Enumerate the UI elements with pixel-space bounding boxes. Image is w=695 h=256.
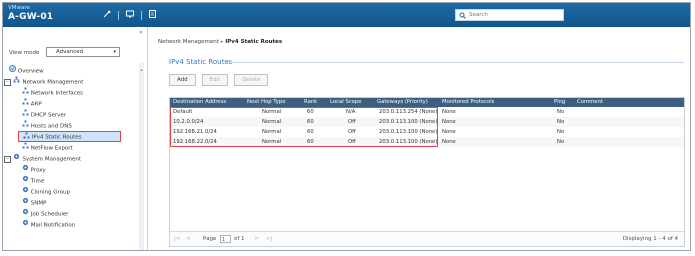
nav-item-network-management[interactable]: − Network Management bbox=[3, 76, 143, 87]
nav-item-netflow-export[interactable]: NetFlow Export bbox=[3, 142, 143, 153]
network-icon bbox=[22, 132, 30, 142]
nav-item-label: Overview bbox=[17, 68, 44, 75]
table-cell: No bbox=[557, 109, 565, 115]
app-window: VMware A-GW-01 « View mode Advance bbox=[2, 2, 691, 251]
breadcrumb-separator-icon: ▸ bbox=[220, 39, 224, 45]
nav-item-label: ARP bbox=[30, 101, 42, 108]
search-input[interactable] bbox=[466, 12, 562, 18]
sidebar-scrollbar[interactable]: ▴ bbox=[139, 63, 144, 250]
nav-item-dhcp-server[interactable]: DHCP Server bbox=[3, 109, 143, 120]
gear-icon bbox=[21, 219, 29, 231]
search-box[interactable] bbox=[455, 9, 564, 21]
column-header[interactable]: Comment bbox=[577, 98, 603, 107]
nav-item-label: Cloning Group bbox=[30, 189, 70, 196]
breadcrumb-parent[interactable]: Network Management bbox=[158, 39, 219, 45]
nav-item-proxy[interactable]: Proxy bbox=[3, 164, 143, 175]
column-header[interactable]: Ping bbox=[554, 98, 565, 107]
nav-item-label: Job Scheduler bbox=[30, 211, 69, 218]
nav-item-cloning-group[interactable]: Cloning Group bbox=[3, 186, 143, 197]
nav-item-label: Hosts and DNS bbox=[30, 123, 72, 130]
nav-item-time[interactable]: Time bbox=[3, 175, 143, 186]
nav-item-label: NetFlow Export bbox=[30, 145, 73, 152]
pagination-bar: |< < Page 1 of 1 > >| Displaying 1 - 4 o… bbox=[170, 231, 684, 246]
add-button[interactable]: Add bbox=[169, 74, 196, 86]
nav-item-label: Time bbox=[30, 178, 45, 185]
nav-item-label: Mail Notification bbox=[30, 222, 76, 229]
next-page-button[interactable]: > bbox=[254, 232, 259, 246]
view-mode-select[interactable]: Advanced ▾ bbox=[46, 47, 120, 57]
header-divider bbox=[118, 10, 119, 20]
column-header[interactable]: Gateways (Priority) bbox=[377, 98, 428, 107]
nav-item-label: IPv4 Static Routes bbox=[31, 134, 82, 141]
nav-tree: Overview − Network Management Network In… bbox=[3, 65, 143, 230]
nav-item-job-scheduler[interactable]: Job Scheduler bbox=[3, 208, 143, 219]
view-mode-value: Advanced bbox=[56, 49, 84, 55]
collapse-toggle-icon[interactable]: − bbox=[4, 155, 11, 163]
delete-button[interactable]: Delete bbox=[234, 74, 269, 86]
column-header[interactable]: Local Scope bbox=[330, 98, 362, 107]
nav-item-label: DHCP Server bbox=[30, 112, 67, 119]
nav-item-hosts-and-dns[interactable]: Hosts and DNS bbox=[3, 120, 143, 131]
table-header: Destination Address Next Hop Type Rank L… bbox=[170, 98, 684, 107]
main-content: Network Management ▸ IPv4 Static Routes … bbox=[153, 27, 690, 250]
header-divider bbox=[141, 10, 142, 20]
monitor-icon[interactable] bbox=[126, 10, 134, 20]
nav-item-label: Proxy bbox=[30, 167, 46, 174]
header-toolbar bbox=[103, 10, 156, 20]
column-header[interactable]: Next Hop Type bbox=[247, 98, 285, 107]
nav-item-label: SNMP bbox=[30, 200, 47, 207]
table-cell: None bbox=[442, 139, 456, 145]
document-icon[interactable] bbox=[149, 10, 156, 20]
paging-info: Displaying 1 - 4 of 4 bbox=[622, 236, 678, 242]
last-page-button[interactable]: >| bbox=[266, 232, 272, 246]
device-name: A-GW-01 bbox=[8, 12, 54, 22]
nav-item-label: Network Interfaces bbox=[30, 90, 83, 97]
nav-item-label: Network Management bbox=[22, 79, 84, 86]
nav-item-snmp[interactable]: SNMP bbox=[3, 197, 143, 208]
table-cell: None bbox=[442, 109, 456, 115]
breadcrumb: Network Management ▸ IPv4 Static Routes bbox=[158, 39, 282, 45]
first-page-button[interactable]: |< bbox=[174, 232, 180, 246]
breadcrumb-current: IPv4 Static Routes bbox=[225, 39, 283, 45]
nav-item-ipv4-static-routes[interactable]: IPv4 Static Routes bbox=[18, 131, 121, 142]
table-cell: No bbox=[557, 129, 565, 135]
nav-item-overview[interactable]: Overview bbox=[3, 65, 143, 76]
chevron-down-icon: ▾ bbox=[113, 49, 116, 55]
collapse-sidebar-icon[interactable]: « bbox=[139, 29, 143, 36]
app-header: VMware A-GW-01 bbox=[3, 3, 690, 27]
table-cell: No bbox=[557, 139, 565, 145]
column-header[interactable]: Monitored Protocols bbox=[442, 98, 494, 107]
scroll-up-icon[interactable]: ▴ bbox=[139, 67, 144, 73]
page-label: Page bbox=[203, 236, 217, 242]
nav-item-network-interfaces[interactable]: Network Interfaces bbox=[3, 87, 143, 98]
routes-table: Destination Address Next Hop Type Rank L… bbox=[169, 97, 685, 247]
nav-item-label: System Management bbox=[22, 156, 82, 163]
section-divider bbox=[222, 62, 684, 63]
wrench-icon[interactable] bbox=[103, 10, 111, 20]
table-cell: None bbox=[442, 129, 456, 135]
grid-toolbar: Add Edit Delete bbox=[169, 74, 269, 86]
search-icon bbox=[458, 11, 466, 19]
sidebar: « View mode Advanced ▾ Overview − Networ… bbox=[3, 27, 148, 250]
collapse-toggle-icon[interactable]: − bbox=[4, 78, 11, 86]
edit-button[interactable]: Edit bbox=[201, 74, 229, 86]
vendor-label: VMware bbox=[8, 5, 30, 11]
view-mode-label: View mode bbox=[9, 50, 40, 56]
nav-item-system-management[interactable]: − System Management bbox=[3, 153, 143, 164]
page-count-label: of 1 bbox=[234, 236, 245, 242]
table-cell: No bbox=[557, 119, 565, 125]
highlight-box bbox=[170, 107, 438, 147]
page-number-input[interactable]: 1 bbox=[220, 235, 231, 243]
nav-item-mail-notification[interactable]: Mail Notification bbox=[3, 219, 143, 230]
nav-item-arp[interactable]: ARP bbox=[3, 98, 143, 109]
table-cell: None bbox=[442, 119, 456, 125]
prev-page-button[interactable]: < bbox=[186, 232, 191, 246]
column-header[interactable]: Destination Address bbox=[173, 98, 226, 107]
column-header[interactable]: Rank bbox=[304, 98, 317, 107]
